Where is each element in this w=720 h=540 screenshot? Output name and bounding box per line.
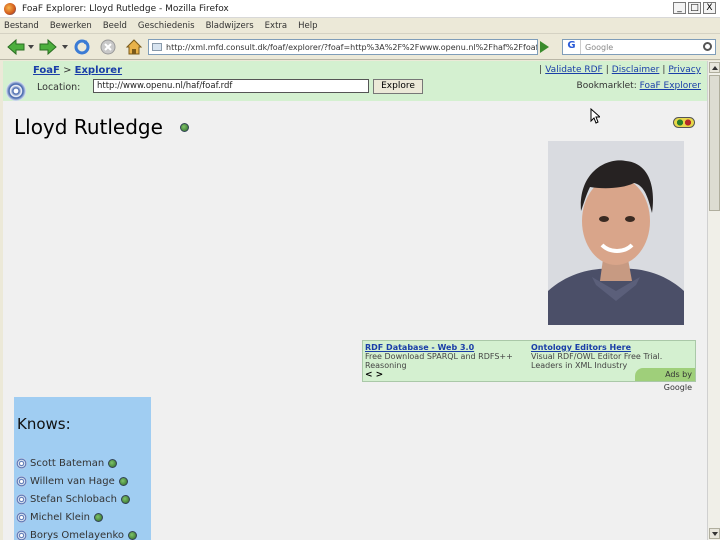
list-item[interactable]: Borys Omelayenko: [16, 526, 138, 540]
vertical-scrollbar[interactable]: [707, 61, 720, 540]
person-link[interactable]: Willem van Hage: [30, 476, 115, 487]
search-placeholder[interactable]: Google: [585, 43, 613, 52]
url-bar[interactable]: http://xml.mfd.consult.dk/foaf/explorer/…: [148, 39, 538, 55]
disclaimer-link[interactable]: Disclaimer: [612, 65, 660, 75]
person-photo: [548, 141, 684, 325]
title-bar: FoaF Explorer: Lloyd Rutledge - Mozilla …: [0, 0, 720, 18]
ad-item[interactable]: RDF Database - Web 3.0 Free Download SPA…: [365, 343, 525, 370]
rdf-link-icon[interactable]: [128, 530, 138, 540]
list-item[interactable]: Michel Klein: [16, 508, 137, 526]
breadcrumb-explorer-link[interactable]: Explorer: [75, 65, 122, 76]
person-link[interactable]: Scott Bateman: [30, 458, 104, 469]
scroll-down-arrow-icon[interactable]: [709, 528, 720, 539]
menu-tools[interactable]: Extra: [265, 21, 287, 31]
foaf-person-icon[interactable]: [16, 457, 27, 469]
back-history-dropdown-icon[interactable]: [28, 45, 34, 49]
explore-button[interactable]: Explore: [373, 79, 423, 94]
rdf-link-icon[interactable]: [120, 494, 130, 504]
validate-rdf-link[interactable]: Validate RDF: [545, 65, 603, 75]
search-icon[interactable]: [703, 42, 712, 51]
maximize-button[interactable]: □: [688, 2, 701, 14]
reload-icon[interactable]: [72, 38, 92, 56]
link-separator: |: [539, 65, 543, 75]
foaf-person-icon[interactable]: [16, 493, 27, 505]
menu-file[interactable]: Bestand: [4, 21, 39, 31]
knows-panel: Knows: Scott Bateman Willem van Hage Ste…: [14, 397, 151, 540]
page-header: FoaF > Explorer Location: http://www.ope…: [3, 61, 707, 101]
rdf-link-icon[interactable]: [180, 123, 189, 132]
ad-title-link[interactable]: Ontology Editors Here: [531, 343, 691, 352]
top-links: | Validate RDF | Disclaimer | Privacy: [539, 65, 701, 75]
foaf-person-icon[interactable]: [16, 511, 27, 523]
page-favicon-icon: [152, 43, 162, 51]
page-content: FoaF > Explorer Location: http://www.ope…: [3, 61, 707, 540]
ad-navigation[interactable]: < >: [365, 370, 383, 380]
link-separator: |: [662, 65, 666, 75]
knows-heading: Knows:: [17, 415, 71, 433]
menu-bookmarks[interactable]: Bladwijzers: [206, 21, 254, 31]
knows-list: Scott Bateman Willem van Hage Stefan Sch…: [16, 454, 138, 540]
menu-history[interactable]: Geschiedenis: [138, 21, 195, 31]
list-item[interactable]: Willem van Hage: [16, 472, 137, 490]
menu-edit[interactable]: Bewerken: [50, 21, 92, 31]
person-link[interactable]: Stefan Schlobach: [30, 494, 117, 505]
location-label: Location:: [37, 82, 81, 93]
person-link[interactable]: Michel Klein: [30, 512, 90, 523]
person-link[interactable]: Borys Omelayenko: [30, 530, 124, 540]
browser-window: FoaF Explorer: Lloyd Rutledge - Mozilla …: [0, 0, 720, 540]
home-icon[interactable]: [124, 38, 144, 56]
google-ads: RDF Database - Web 3.0 Free Download SPA…: [362, 340, 696, 392]
list-item[interactable]: Scott Bateman: [16, 454, 137, 472]
bookmarklet-link[interactable]: FoaF Explorer: [640, 81, 701, 91]
rdf-link-icon[interactable]: [118, 476, 128, 486]
foaf-person-icon[interactable]: [16, 529, 27, 540]
foaf-person-icon[interactable]: [16, 475, 27, 487]
firefox-icon: [4, 2, 16, 15]
navigation-toolbar: http://xml.mfd.consult.dk/foaf/explorer/…: [0, 35, 720, 60]
breadcrumb-foaf-link[interactable]: FoaF: [33, 65, 60, 76]
ad-item[interactable]: Ontology Editors Here Visual RDF/OWL Edi…: [531, 343, 691, 370]
privacy-link[interactable]: Privacy: [668, 65, 701, 75]
menu-help[interactable]: Help: [298, 21, 317, 31]
location-input[interactable]: http://www.openu.nl/haf/foaf.rdf: [93, 79, 369, 93]
breadcrumb: FoaF > Explorer: [33, 65, 122, 76]
stop-icon[interactable]: [98, 38, 118, 56]
bookmarklet-label: Bookmarklet:: [576, 81, 637, 91]
minimize-button[interactable]: _: [673, 2, 686, 14]
url-text[interactable]: http://xml.mfd.consult.dk/foaf/explorer/…: [166, 43, 537, 52]
back-arrow-icon[interactable]: [6, 38, 26, 56]
forward-arrow-icon[interactable]: [38, 38, 58, 56]
link-separator: |: [605, 65, 609, 75]
rdf-link-icon[interactable]: [108, 458, 118, 468]
ad-description: Free Download SPARQL and RDFS++ Reasonin…: [365, 352, 513, 370]
ads-by-google[interactable]: Ads by Google: [635, 368, 695, 392]
search-box[interactable]: G Google: [562, 39, 716, 55]
forward-history-dropdown-icon[interactable]: [62, 45, 68, 49]
menu-bar: Bestand Bewerken Beeld Geschiedenis Blad…: [0, 18, 720, 34]
mouse-cursor-icon: [590, 108, 600, 124]
scroll-up-arrow-icon[interactable]: [709, 62, 720, 73]
rdf-badge-icon[interactable]: [673, 117, 695, 128]
foaf-logo-icon: [6, 81, 26, 101]
go-arrow-icon[interactable]: [540, 41, 549, 53]
bookmarklet: Bookmarklet: FoaF Explorer: [577, 81, 701, 91]
rdf-link-icon[interactable]: [93, 512, 103, 522]
list-item[interactable]: Stefan Schlobach: [16, 490, 137, 508]
close-button[interactable]: X: [703, 2, 716, 14]
scroll-thumb[interactable]: [709, 75, 720, 211]
menu-view[interactable]: Beeld: [103, 21, 127, 31]
ad-title-link[interactable]: RDF Database - Web 3.0: [365, 343, 525, 352]
window-controls: _ □ X: [673, 2, 716, 14]
window-title: FoaF Explorer: Lloyd Rutledge - Mozilla …: [22, 3, 229, 14]
breadcrumb-separator: >: [63, 65, 72, 76]
search-engine-icon[interactable]: G: [563, 40, 581, 54]
person-name-heading: Lloyd Rutledge: [14, 115, 163, 139]
